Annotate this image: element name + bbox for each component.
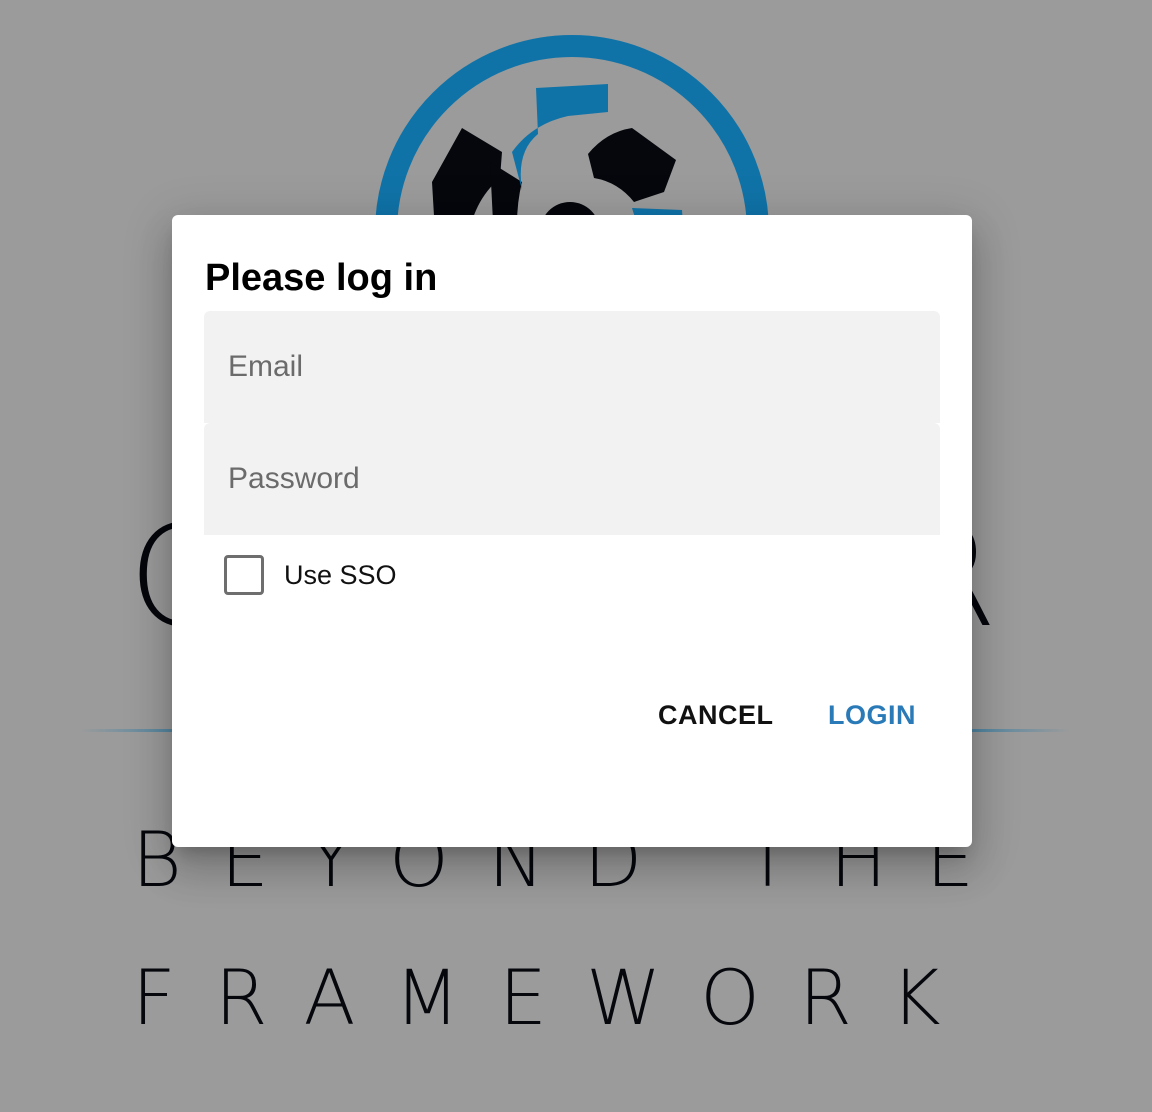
login-dialog: Please log in Use SSO CANCEL LOGIN (172, 215, 972, 847)
dialog-title: Please log in (205, 257, 438, 299)
tagline-line-2: FRAMEWORK (132, 953, 980, 1042)
password-field (204, 423, 940, 535)
sso-checkbox[interactable] (224, 555, 264, 595)
password-input[interactable] (204, 423, 940, 535)
app-backdrop: C R BEYOND THE FRAMEWORK Please log in U… (0, 0, 1152, 1112)
email-input[interactable] (204, 311, 940, 423)
sso-label: Use SSO (284, 559, 397, 590)
login-button[interactable]: LOGIN (812, 689, 932, 741)
cancel-button[interactable]: CANCEL (642, 689, 790, 741)
sso-option: Use SSO (224, 555, 397, 595)
email-field (204, 311, 940, 423)
